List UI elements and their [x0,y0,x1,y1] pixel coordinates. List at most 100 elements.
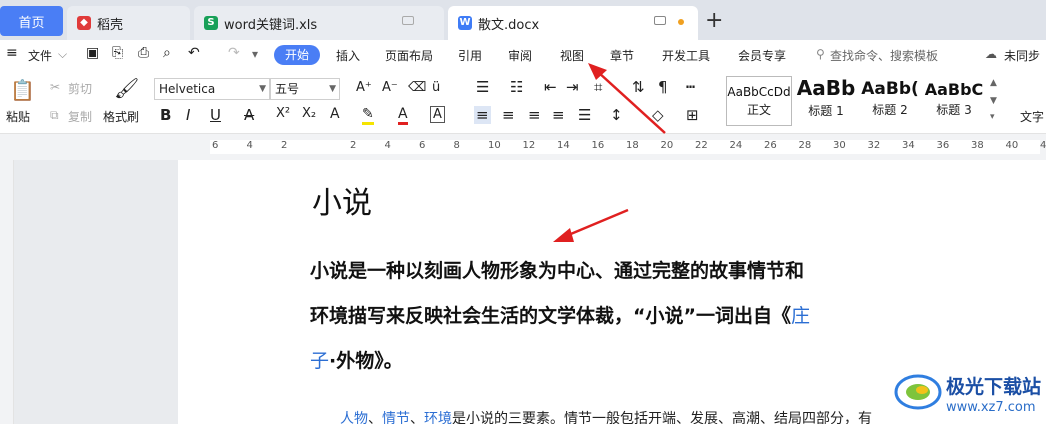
copy-icon[interactable]: ⧉ [50,108,59,123]
cut-icon[interactable]: ✂ [50,80,60,94]
show-marks-icon[interactable]: ¶ [658,78,668,96]
tab-home[interactable]: 首页 [0,6,63,36]
font-family-select[interactable]: Helvetica ▼ [154,78,270,100]
new-tab-button[interactable]: + [705,8,723,33]
outdent-icon[interactable]: ⇤ [544,78,557,96]
paste-button[interactable]: 粘贴 [6,108,30,125]
command-search-input[interactable]: 查找命令、搜索模板 [830,47,938,64]
print-preview-icon[interactable]: ⌕ [163,45,171,61]
vertical-ruler[interactable] [0,160,14,424]
justify-icon[interactable]: ≡ [552,106,565,124]
style-heading-1-label: 标题 1 [808,104,844,118]
menu-view[interactable]: 视图 [560,47,584,64]
menu-dev-tools[interactable]: 开发工具 [662,47,710,64]
ruler-number: 36 [936,140,950,151]
sync-status[interactable]: 未同步 [1004,47,1040,64]
undo-icon[interactable]: ↶ [188,45,200,61]
line-spacing-icon[interactable]: ↕ [610,106,623,124]
paragraph-line-3[interactable]: 子·外物》。 [310,346,403,373]
subscript-icon[interactable]: X₂ [302,106,316,121]
bullet-list-icon[interactable]: ☰ [476,78,489,96]
paragraph-line-2[interactable]: 环境描写来反映社会生活的文学体裁，“小说”一词出自《庄 [310,301,810,328]
format-painter-button[interactable]: 格式刷 [103,108,139,125]
phonetic-guide-icon[interactable]: ü [432,80,440,95]
unsaved-dot-icon [678,19,684,25]
tab-doc[interactable]: W 散文.docx [448,6,698,40]
ruler-number: 22 [695,140,708,151]
menu-insert[interactable]: 插入 [336,47,360,64]
menu-start[interactable]: 开始 [274,45,320,65]
chevron-down-icon[interactable]: ⌵ [58,47,67,62]
menu-file[interactable]: 文件 [28,47,52,64]
borders-icon[interactable]: ⊞ [686,106,699,124]
style-heading-1[interactable]: AaBb 标题 1 [794,76,858,126]
tab-straw[interactable]: ◆ 稻壳 [67,6,190,40]
export-icon[interactable]: ⎘ [112,45,123,61]
font-color-icon[interactable]: A [398,106,408,125]
style-heading-1-preview: AaBb [796,76,856,100]
underline-icon[interactable]: U [210,106,221,124]
monitor-icon[interactable] [402,16,414,25]
style-heading-3[interactable]: AaBbC 标题 3 [922,76,986,126]
menu-reference[interactable]: 引用 [458,47,482,64]
zhuangzi-link[interactable]: 庄 [791,305,810,327]
styles-scroll-up-icon[interactable]: ▲ [990,78,997,88]
style-heading-2[interactable]: AaBb( 标题 2 [858,76,922,126]
copy-button[interactable]: 复制 [68,108,92,125]
menu-member[interactable]: 会员专享 [738,47,786,64]
distribute-icon[interactable]: ☰ [578,106,591,124]
monitor-icon[interactable] [654,16,666,25]
menu-chapter[interactable]: 章节 [610,47,634,64]
align-right-icon[interactable]: ≡ [528,106,541,124]
styles-scroll-down-icon[interactable]: ▼ [990,96,997,106]
save-icon[interactable]: ▣ [86,45,99,61]
grow-font-icon[interactable]: A⁺ [356,80,372,95]
ruler-number: 6 [212,140,219,151]
styles-expand-icon[interactable]: ▾ [990,112,995,122]
char-border-icon[interactable]: A [430,106,445,123]
strikethrough-icon[interactable]: A [244,106,254,124]
menu-layout[interactable]: 页面布局 [385,47,433,64]
paste-icon[interactable]: 📋 [10,78,35,102]
font-size-select[interactable]: 五号 ▼ [270,78,340,100]
clear-format-icon[interactable]: ⌫ [408,80,426,95]
paragraph-line-1[interactable]: 小说是一种以刻画人物形象为中心、通过完整的故事情节和 [310,256,804,283]
superscript-icon[interactable]: X² [276,106,290,121]
cut-button[interactable]: 剪切 [68,80,92,97]
format-painter-icon[interactable]: 🖌 [114,76,139,100]
menu-review[interactable]: 审阅 [508,47,532,64]
document-title[interactable]: 小说 [312,178,372,222]
ruler-number: 2 [281,140,288,151]
print-icon[interactable]: ⎙ [138,45,149,61]
chevron-down-icon: ▼ [259,84,266,94]
spreadsheet-icon: S [204,16,218,30]
align-left-icon[interactable]: ≡ [474,106,491,124]
tab-xls[interactable]: S word关键词.xls [194,6,444,40]
hamburger-icon[interactable]: ≡ [6,45,18,61]
quick-access-dropdown-icon[interactable]: ▾ [252,47,258,61]
highlight-icon[interactable]: ✎ [362,106,374,125]
text-effect-icon[interactable]: A [330,106,340,122]
shrink-font-icon[interactable]: A⁻ [382,80,398,95]
bold-icon[interactable]: B [160,106,171,124]
word-doc-icon: W [458,16,472,30]
chinese-layout-icon[interactable]: ⌗ [594,78,602,96]
ruler-number: 26 [764,140,777,151]
text-direction-button[interactable]: 文字 [1020,108,1044,125]
body-text-line[interactable]: 人物、情节、环境是小说的三要素。情节一般包括开端、发展、高潮、结局四部分，有 [340,408,872,424]
menu-bar: ≡ 文件 ⌵ ▣ ⎘ ⎙ ⌕ ↶ ↷ ▾ 开始 插入 页面布局 引用 审阅 视图… [0,40,1046,70]
indent-icon[interactable]: ⇥ [566,78,579,96]
redo-icon[interactable]: ↷ [228,45,240,61]
tab-stops-icon[interactable]: ┅ [686,78,695,96]
sort-icon[interactable]: ⇅ [632,78,645,96]
link-environment[interactable]: 环境 [424,411,452,424]
link-character[interactable]: 人物 [340,411,368,424]
search-icon: ⚲ [816,47,825,61]
numbered-list-icon[interactable]: ☷ [510,78,523,96]
link-plot[interactable]: 情节 [382,411,410,424]
align-center-icon[interactable]: ≡ [502,106,515,124]
zhuangzi-link-cont[interactable]: 子 [310,350,329,372]
shading-icon[interactable]: ◇ [652,106,664,124]
style-normal[interactable]: AaBbCcDd 正文 [726,76,792,126]
italic-icon[interactable]: I [186,106,190,124]
